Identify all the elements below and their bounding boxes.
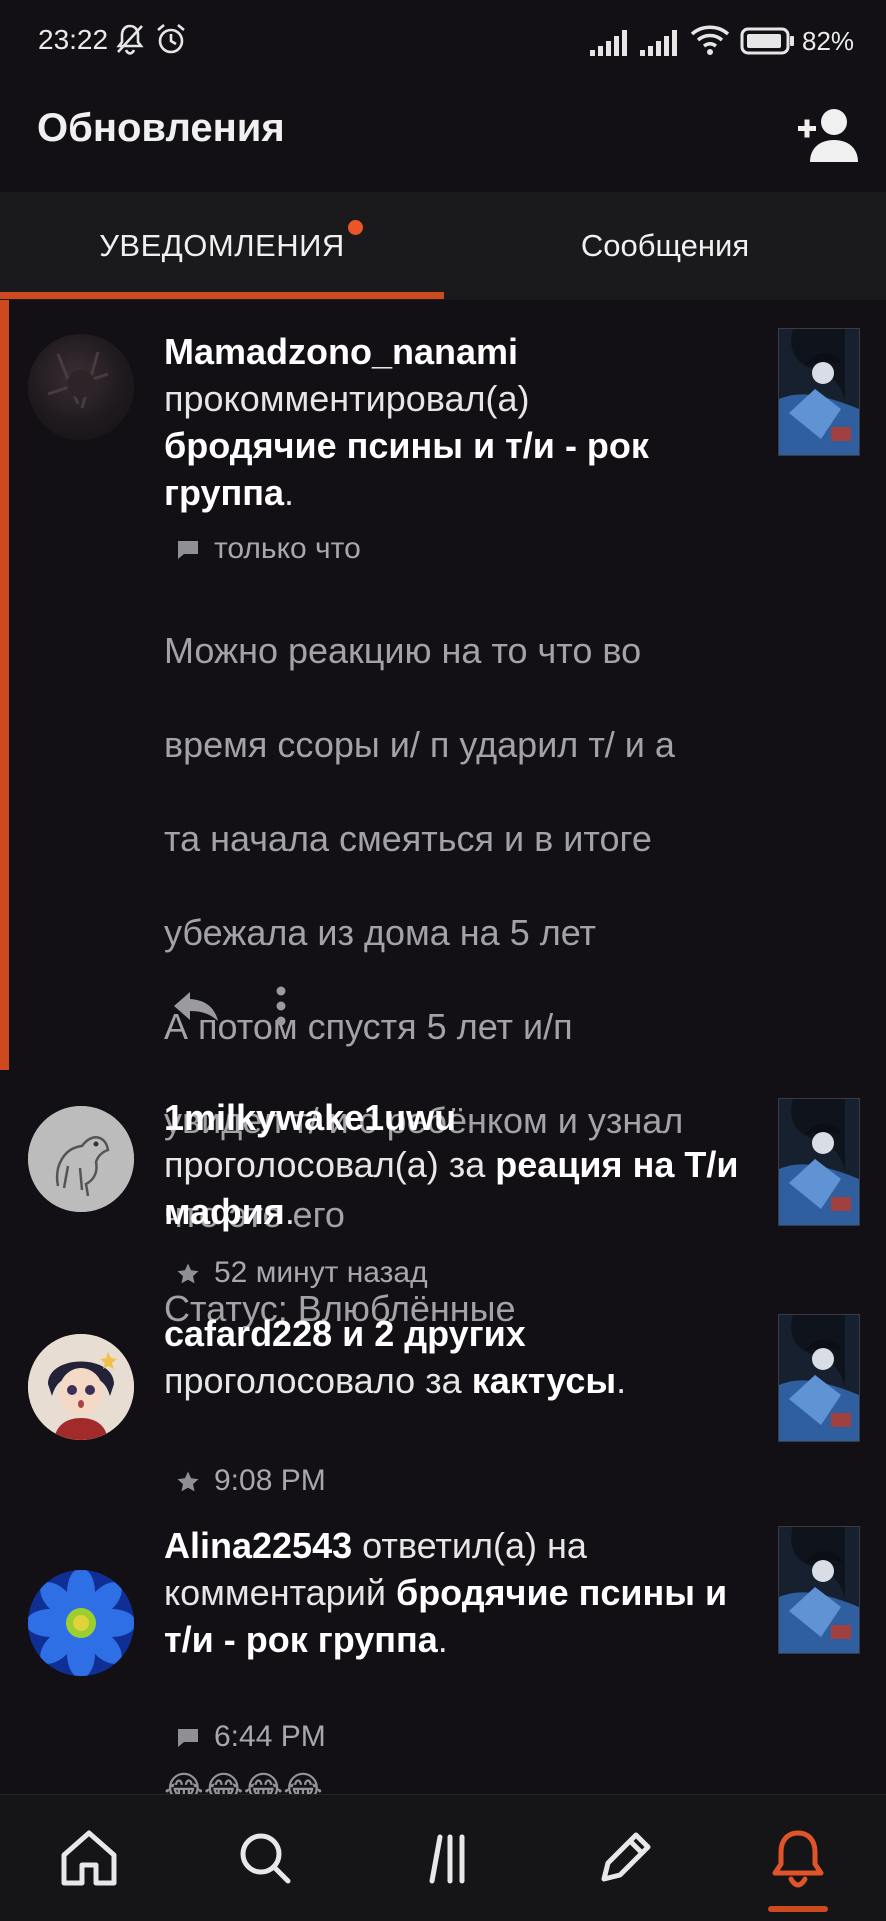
star-icon bbox=[177, 1263, 199, 1284]
comment-line: убежала из дома на 5 лет bbox=[164, 912, 597, 953]
wifi-icon bbox=[690, 25, 730, 55]
punctuation: . bbox=[284, 472, 295, 513]
library-icon[interactable] bbox=[410, 1823, 480, 1893]
tab-messages[interactable]: Сообщения bbox=[444, 192, 886, 300]
comment-preview: 😂😂😂😂 bbox=[164, 1770, 323, 1794]
app-header: Обновления bbox=[0, 80, 886, 192]
avatar-image bbox=[28, 1334, 134, 1440]
timestamp: только что bbox=[214, 532, 361, 565]
more-options-icon[interactable] bbox=[274, 984, 288, 1028]
new-item-indicator bbox=[0, 300, 9, 1070]
home-icon[interactable] bbox=[54, 1823, 124, 1893]
timestamp: 6:44 PM bbox=[214, 1720, 326, 1753]
tab-bar: УВЕДОМЛЕНИЯ Сообщения bbox=[0, 192, 886, 300]
comment-icon bbox=[178, 1729, 198, 1748]
comment-line: время ссоры и/ п ударил т/ и а bbox=[164, 724, 675, 765]
search-icon[interactable] bbox=[230, 1823, 300, 1893]
tab-notifications[interactable]: УВЕДОМЛЕНИЯ bbox=[0, 192, 444, 300]
unread-dot bbox=[348, 220, 363, 235]
notifications-feed: Mamadzono_nanami прокомментировал(а) бро… bbox=[0, 300, 886, 1794]
username-link[interactable]: 1milkywake1uwu bbox=[164, 1097, 456, 1138]
notification-item[interactable]: cafard228 и 2 других проголосовало за ка… bbox=[0, 1294, 886, 1506]
alarm-icon bbox=[157, 24, 185, 54]
avatar-image bbox=[47, 351, 109, 409]
username-link[interactable]: Alina22543 bbox=[164, 1525, 352, 1566]
punctuation: . bbox=[284, 1191, 295, 1232]
write-icon[interactable] bbox=[588, 1823, 658, 1893]
notification-text: Mamadzono_nanami прокомментировал(а) бро… bbox=[164, 328, 764, 516]
comment-line: Можно реакцию на то что во bbox=[164, 630, 642, 671]
signal-icon bbox=[590, 30, 627, 56]
battery-percent: 82% bbox=[802, 26, 855, 56]
username-link[interactable]: Mamadzono_nanami bbox=[164, 331, 518, 372]
star-icon bbox=[177, 1471, 199, 1492]
notifications-bell-icon[interactable] bbox=[763, 1823, 833, 1893]
avatar[interactable] bbox=[28, 1334, 134, 1440]
timestamp: 52 минут назад bbox=[214, 1256, 428, 1289]
avatar-image bbox=[28, 1570, 134, 1676]
notification-item[interactable]: Alina22543 ответил(а) на комментарий бро… bbox=[0, 1506, 886, 1794]
bell-off-icon bbox=[116, 24, 144, 55]
action-text: прокомментировал(а) bbox=[164, 378, 530, 419]
timestamp-row: 52 минут назад bbox=[176, 1256, 428, 1290]
story-link[interactable]: кактусы bbox=[472, 1360, 616, 1401]
notification-text: Alina22543 ответил(а) на комментарий бро… bbox=[164, 1522, 764, 1663]
avatar-image bbox=[28, 1106, 134, 1212]
page-title: Обновления bbox=[37, 106, 285, 150]
username-link[interactable]: cafard228 и 2 других bbox=[164, 1313, 526, 1354]
timestamp-row: 9:08 PM bbox=[176, 1464, 326, 1498]
punctuation: . bbox=[616, 1360, 627, 1401]
status-bar: 23:22 82% bbox=[0, 0, 886, 80]
story-cover-image bbox=[779, 1099, 859, 1225]
story-cover-thumbnail[interactable] bbox=[778, 1314, 860, 1442]
story-cover-thumbnail[interactable] bbox=[778, 328, 860, 456]
add-user-icon[interactable] bbox=[796, 104, 860, 164]
reply-icon[interactable] bbox=[170, 988, 222, 1024]
story-cover-image bbox=[779, 329, 859, 455]
timestamp-row: только что bbox=[176, 532, 361, 566]
avatar[interactable] bbox=[28, 1106, 134, 1212]
story-cover-image bbox=[779, 1527, 859, 1653]
story-cover-image bbox=[779, 1315, 859, 1441]
notification-item[interactable]: Mamadzono_nanami прокомментировал(а) бро… bbox=[0, 300, 886, 1329]
comment-line: та начала смеяться и в итоге bbox=[164, 818, 652, 859]
avatar[interactable] bbox=[28, 1570, 134, 1676]
status-time: 23:22 bbox=[38, 24, 109, 55]
punctuation: . bbox=[437, 1619, 448, 1660]
battery-icon bbox=[740, 27, 794, 55]
story-link[interactable]: бродячие псины и т/и - рок группа bbox=[164, 425, 649, 513]
story-cover-thumbnail[interactable] bbox=[778, 1098, 860, 1226]
signal-icon bbox=[640, 30, 677, 56]
active-nav-indicator bbox=[768, 1906, 828, 1912]
comment-line: А потом спустя 5 лет и/п bbox=[164, 1006, 573, 1047]
active-tab-indicator bbox=[0, 292, 444, 299]
avatar[interactable] bbox=[28, 334, 134, 440]
notification-text: 1milkywake1uwu проголосовал(а) за реация… bbox=[164, 1094, 764, 1235]
story-cover-thumbnail[interactable] bbox=[778, 1526, 860, 1654]
notification-item[interactable]: 1milkywake1uwu проголосовал(а) за реация… bbox=[0, 1070, 886, 1294]
timestamp-row: 6:44 PM bbox=[176, 1720, 326, 1754]
action-text: проголосовало за bbox=[164, 1360, 462, 1401]
timestamp: 9:08 PM bbox=[214, 1464, 326, 1497]
bottom-navigation bbox=[0, 1794, 886, 1921]
action-text: проголосовал(а) за bbox=[164, 1144, 486, 1185]
notification-text: cafard228 и 2 других проголосовало за ка… bbox=[164, 1310, 764, 1404]
comment-icon bbox=[178, 541, 198, 560]
